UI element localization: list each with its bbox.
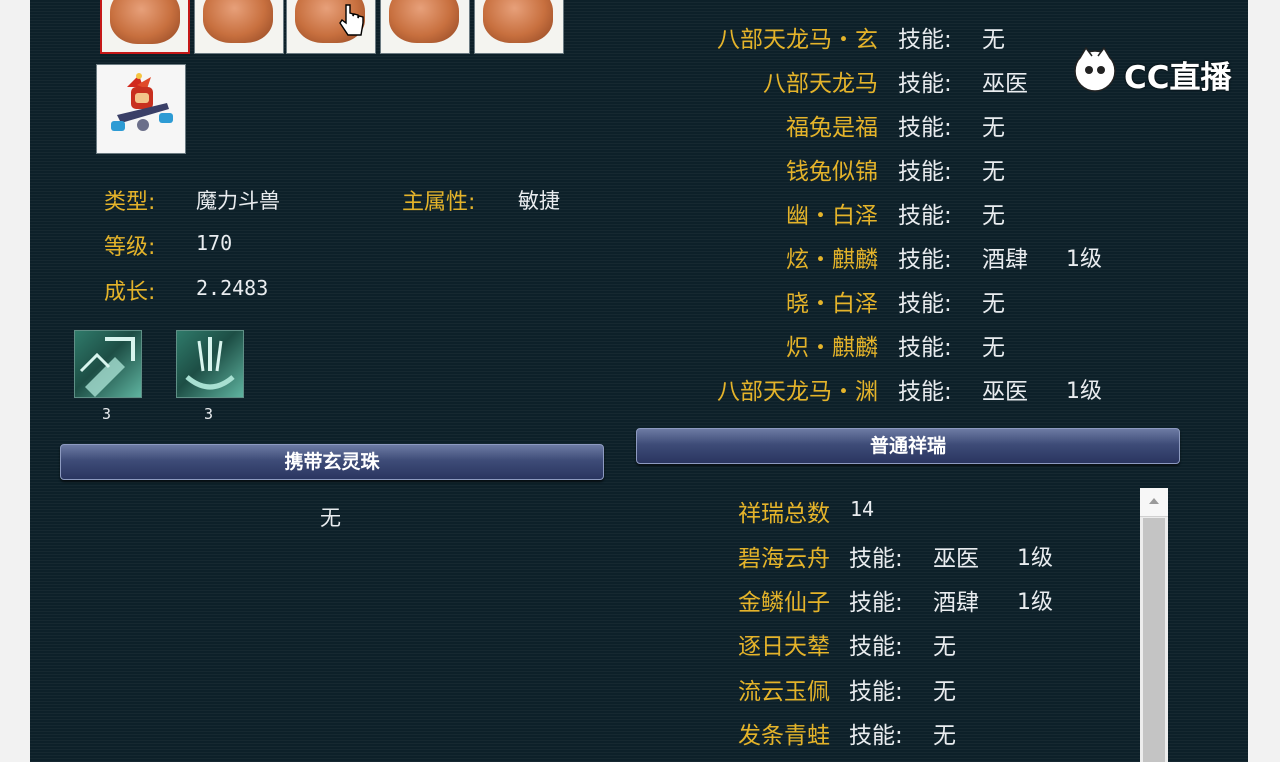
type-value: 魔力斗兽 — [196, 189, 280, 213]
level-value: 170 — [196, 231, 233, 255]
mount-row-clipped — [630, 0, 878, 8]
mount-skill-value: 酒肆 — [982, 247, 1028, 273]
xiangrui-skill-value: 无 — [933, 634, 956, 660]
shield-skill-icon[interactable] — [74, 330, 142, 398]
mount-name: 炫・麒麟 — [786, 247, 878, 273]
skill-2-level: 3 — [204, 405, 214, 423]
mount-name: 八部天龙马 — [763, 71, 878, 97]
mount-skill-value: 无 — [982, 159, 1005, 185]
appearance-slot-5[interactable] — [474, 0, 564, 54]
xiangrui-total-label: 祥瑞总数 — [738, 501, 830, 527]
mount-name: 八部天龙马・玄 — [717, 27, 878, 53]
scroll-thumb[interactable] — [1143, 518, 1165, 762]
mount-skill-value: 巫医 — [982, 71, 1028, 97]
mount-name: 八部天龙马・渊 — [717, 379, 878, 405]
xiangrui-skill-key: 技能: — [849, 546, 903, 572]
level-label: 等级: — [104, 235, 156, 260]
mount-skill-level: 1级 — [1066, 379, 1102, 404]
mount-name: 钱兔似锦 — [786, 159, 878, 185]
mount-skill-value: 无 — [982, 291, 1005, 317]
jester-pet-icon — [111, 73, 173, 131]
mount-name: 幽・白泽 — [786, 203, 878, 229]
hippo-appearance-icon — [203, 0, 273, 43]
shield-skill-glyph — [79, 337, 135, 397]
scroll-up-arrow-icon[interactable] — [1140, 488, 1168, 517]
main-attr-label: 主属性: — [402, 190, 476, 215]
main-attr-value: 敏捷 — [518, 189, 560, 213]
xiangrui-skill-value: 酒肆 — [933, 590, 979, 616]
xiangrui-skill-key: 技能: — [849, 590, 903, 616]
claw-skill-glyph — [185, 337, 235, 390]
hand-cursor-icon — [339, 4, 364, 36]
mount-skill-key: 技能: — [898, 203, 952, 229]
xiangrui-name: 逐日天辇 — [738, 634, 830, 660]
mount-skill-key: 技能: — [898, 291, 952, 317]
mount-name: 炽・麒麟 — [786, 335, 878, 361]
carry-orb-header: 携带玄灵珠 — [60, 444, 604, 480]
hippo-appearance-icon — [110, 0, 180, 44]
xiangrui-skill-key: 技能: — [849, 679, 903, 705]
appearance-slot-2[interactable] — [194, 0, 284, 54]
mount-name: 福兔是福 — [786, 115, 878, 141]
mount-skill-value: 巫医 — [982, 379, 1028, 405]
xiangrui-skill-key: 技能: — [849, 634, 903, 660]
xiangrui-name: 碧海云舟 — [738, 546, 830, 572]
xiangrui-skill-key: 技能: — [849, 723, 903, 749]
pet-info-panel: 类型: 魔力斗兽 主属性: 敏捷 等级: 170 成长: 2.2483 3 3 … — [30, 0, 1248, 762]
mount-skill-key: 技能: — [898, 115, 952, 141]
mount-skill-key: 技能: — [898, 247, 952, 273]
growth-label: 成长: — [104, 280, 156, 305]
claw-skill-icon[interactable] — [176, 330, 244, 398]
mount-skill-key: 技能: — [898, 159, 952, 185]
mount-skill-key: 技能: — [898, 335, 952, 361]
watermark-text: CC直播 — [1124, 60, 1232, 96]
mount-skill-value: 无 — [982, 27, 1005, 53]
mount-skill-key: 技能: — [898, 379, 952, 405]
appearance-slot-6[interactable] — [96, 64, 186, 154]
mount-skill-value: 无 — [982, 115, 1005, 141]
appearance-slot-4[interactable] — [380, 0, 470, 54]
mount-skill-key: 技能: — [898, 71, 952, 97]
mount-skill-key: 技能: — [898, 27, 952, 53]
appearance-slot-3[interactable] — [286, 0, 376, 54]
skill-1-level: 3 — [102, 405, 112, 423]
xiangrui-skill-level: 1级 — [1017, 546, 1053, 571]
mount-skill-value: 无 — [982, 203, 1005, 229]
hippo-appearance-icon — [483, 0, 553, 43]
mount-skill-level: 1级 — [1066, 247, 1102, 272]
mount-skill-value: 无 — [982, 335, 1005, 361]
appearance-slot-1[interactable] — [100, 0, 190, 54]
xiangrui-name: 发条青蛙 — [738, 723, 830, 749]
xiangrui-scrollbar[interactable] — [1140, 488, 1168, 762]
xiangrui-name: 金鳞仙子 — [738, 590, 830, 616]
xiangrui-skill-level: 1级 — [1017, 590, 1053, 615]
growth-value: 2.2483 — [196, 276, 269, 300]
xiangrui-skill-value: 巫医 — [933, 546, 979, 572]
hippo-appearance-icon — [389, 0, 459, 43]
carry-orb-value: 无 — [320, 506, 341, 530]
xiangrui-name: 流云玉佩 — [738, 679, 830, 705]
xiangrui-header: 普通祥瑞 — [636, 428, 1180, 464]
xiangrui-skill-value: 无 — [933, 679, 956, 705]
xiangrui-total-value: 14 — [850, 497, 875, 521]
mount-name: 晓・白泽 — [786, 291, 878, 317]
xiangrui-skill-value: 无 — [933, 723, 956, 749]
cc-live-logo-icon — [1074, 46, 1116, 92]
type-label: 类型: — [104, 190, 156, 215]
